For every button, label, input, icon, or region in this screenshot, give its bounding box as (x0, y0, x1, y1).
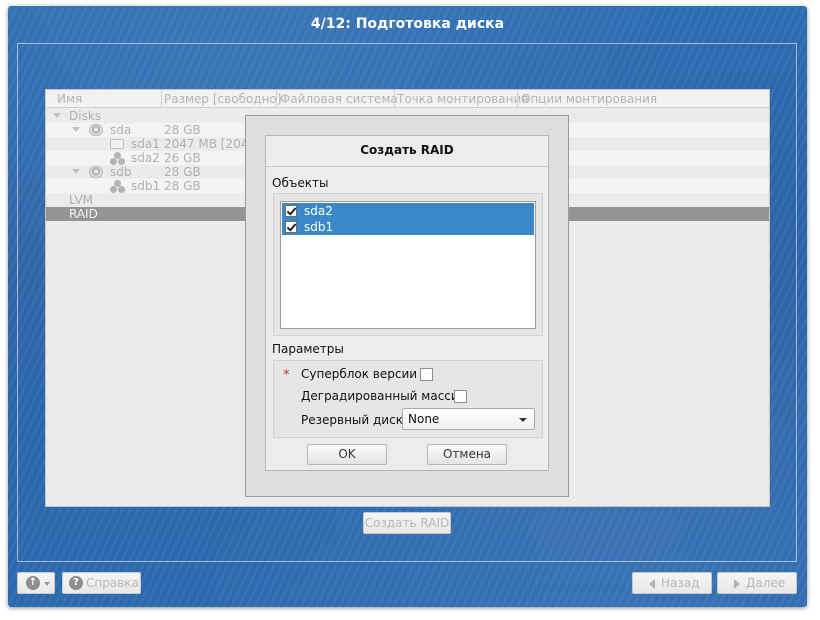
objects-list[interactable]: sda2 sdb1 (280, 201, 536, 329)
partition-icon (110, 139, 124, 149)
row-name: RAID (69, 207, 98, 221)
params-label: Параметры (272, 342, 344, 356)
column-divider (276, 90, 277, 108)
back-arrow-icon (649, 579, 655, 589)
column-filesystem[interactable]: Файловая система (280, 92, 398, 106)
dialog-body: Создать RAID Объекты sda2 sdb1 Параметры… (265, 135, 549, 471)
chevron-down-icon (519, 418, 527, 422)
back-label: Назад (661, 576, 700, 590)
object-label: sda2 (304, 204, 333, 218)
menu-button[interactable]: ↑ (17, 572, 55, 594)
hard-disk-icon (89, 124, 103, 136)
row-size: 26 GB (164, 151, 201, 165)
tree-header: Имя Размер [свободно] Файловая система Т… (46, 90, 769, 108)
hard-disk-icon (89, 166, 103, 178)
row-size: 28 GB (164, 123, 201, 137)
expander-icon[interactable] (72, 127, 80, 132)
spare-disk-value: None (408, 412, 440, 426)
cancel-button[interactable]: Отмена (427, 444, 507, 465)
row-name: sda2 (131, 151, 160, 165)
help-label: Справка (86, 576, 139, 590)
column-mountpoint[interactable]: Точка монтирования (397, 92, 528, 106)
help-button[interactable]: ? Справка (62, 572, 141, 594)
object-label: sdb1 (304, 220, 334, 234)
object-item-sda2[interactable]: sda2 (282, 203, 534, 219)
column-size[interactable]: Размер [свободно] (164, 92, 281, 106)
row-size: 2047 MB [2047 (164, 137, 256, 151)
next-label: Далее (746, 576, 786, 590)
dialog-title: Создать RAID (360, 143, 454, 157)
spare-disk-select[interactable]: None (402, 408, 535, 430)
row-name: sda1 (131, 137, 160, 151)
expander-icon[interactable] (72, 169, 80, 174)
column-name[interactable]: Имя (57, 92, 82, 106)
back-button[interactable]: Назад (632, 572, 712, 594)
row-size: 28 GB (164, 165, 201, 179)
degraded-checkbox[interactable] (454, 390, 467, 403)
row-size: 28 GB (164, 179, 201, 193)
next-button[interactable]: Далее (717, 572, 797, 594)
create-raid-button[interactable]: Создать RAID (363, 512, 451, 534)
superblock-label: Суперблок версии 1 (301, 367, 429, 381)
expander-icon[interactable] (53, 113, 61, 118)
superblock-checkbox[interactable] (420, 368, 433, 381)
next-arrow-icon (734, 579, 740, 589)
raid-member-icon (110, 152, 125, 165)
arrow-up-icon: ↑ (26, 576, 40, 590)
row-name: sdb1 (131, 179, 161, 193)
column-divider (161, 90, 162, 108)
column-divider (517, 90, 518, 108)
spare-disk-label: Резервный диск (301, 413, 403, 427)
divider (266, 166, 548, 167)
row-name: sdb (110, 165, 132, 179)
help-icon: ? (69, 576, 83, 590)
object-item-sdb1[interactable]: sdb1 (282, 219, 534, 235)
window-title: 4/12: Подготовка диска (310, 16, 505, 32)
row-name: sda (110, 123, 132, 137)
column-mount-options[interactable]: Опции монтирования (521, 92, 657, 106)
object-checkbox[interactable] (285, 221, 297, 233)
required-marker: * (283, 368, 290, 383)
raid-member-icon (110, 180, 125, 193)
object-checkbox[interactable] (285, 205, 297, 217)
row-name: Disks (69, 109, 102, 123)
ok-button[interactable]: OK (307, 444, 387, 465)
dropdown-caret-icon (44, 582, 50, 586)
column-divider (394, 90, 395, 108)
row-name: LVM (69, 193, 93, 207)
degraded-label: Деградированный массив (301, 389, 466, 403)
objects-label: Объекты (272, 176, 329, 190)
create-raid-dialog: Создать RAID Объекты sda2 sdb1 Параметры… (245, 115, 569, 497)
